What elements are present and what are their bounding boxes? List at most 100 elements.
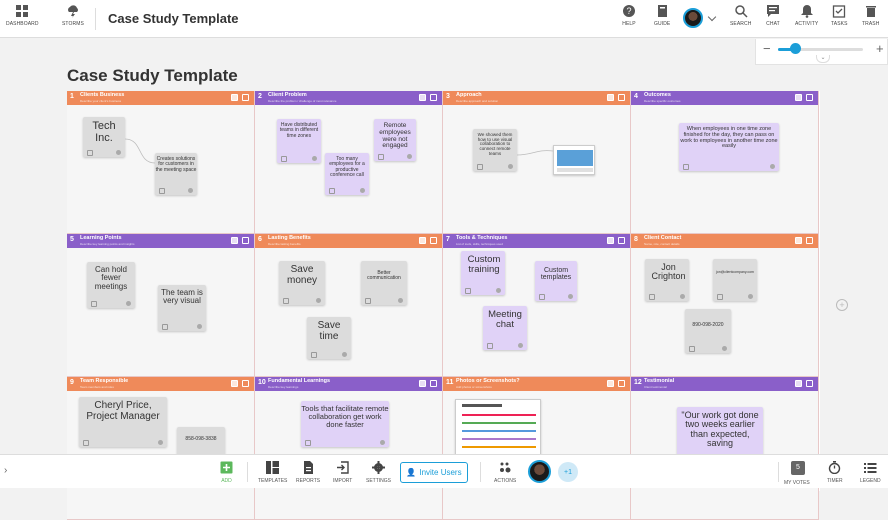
zoom-out-button[interactable]: −: [763, 41, 771, 56]
user-avatar[interactable]: [683, 8, 703, 28]
header-divider: [95, 8, 96, 30]
invite-users-button[interactable]: 👤 Invite Users: [400, 462, 468, 483]
dashboard-button[interactable]: DASHBOARD: [6, 4, 39, 27]
zoom-in-button[interactable]: +: [876, 41, 884, 56]
sticky-note[interactable]: "Our work got done two weeks earlier tha…: [677, 407, 763, 454]
timer-button[interactable]: TIMER: [827, 461, 843, 484]
sticky-note[interactable]: Save money: [279, 261, 325, 305]
notes-layer: Tech Inc. Creates solutions for customer…: [67, 91, 820, 454]
note-text: Jon Crighton: [651, 262, 686, 282]
note-footer: [329, 188, 365, 194]
note-footer: [465, 288, 501, 294]
sticky-note[interactable]: Tech Inc.: [83, 117, 125, 157]
trash-label: TRASH: [862, 21, 880, 27]
sticky-note[interactable]: We showed them how to use visual collabo…: [473, 129, 517, 171]
note-text: "Our work got done two weeks earlier tha…: [681, 410, 759, 449]
connector-line: [125, 138, 156, 164]
sticky-note[interactable]: Have distributed teams in different time…: [277, 119, 321, 163]
sticky-note[interactable]: jon@clientcompany.com: [713, 259, 757, 301]
note-footer: [283, 298, 321, 304]
storms-button[interactable]: STORMS: [62, 4, 84, 27]
votes-count-badge[interactable]: 5: [791, 461, 805, 475]
note-text: Tech Inc.: [92, 120, 116, 144]
sticky-note[interactable]: Jon Crighton: [645, 259, 689, 301]
invite-users-label: Invite Users: [419, 468, 462, 477]
board-title: Case Study Template: [67, 66, 238, 85]
sticky-note[interactable]: Save time: [307, 317, 351, 359]
tasks-button[interactable]: TASKS: [831, 4, 848, 27]
import-icon: [337, 461, 349, 474]
add-column-button[interactable]: +: [836, 299, 848, 311]
templates-label: TEMPLATES: [258, 478, 288, 484]
sticky-note[interactable]: Cheryl Price, Project Manager: [79, 397, 167, 447]
sticky-note[interactable]: Creates solutions for customers in the m…: [155, 153, 197, 195]
note-text: 890-098-2020: [692, 322, 724, 328]
bottom-toolbar: › ADD TEMPLATES REPORTS IMPORT SETTINGS …: [0, 454, 888, 488]
import-button[interactable]: IMPORT: [333, 461, 352, 484]
sticky-note[interactable]: 890-098-2020: [685, 309, 731, 353]
note-footer: [91, 301, 131, 307]
actions-button[interactable]: ACTIONS: [494, 461, 516, 484]
zoom-control: − + ⌄: [755, 39, 888, 65]
add-button[interactable]: ADD: [220, 461, 233, 484]
zoom-collapse-tab[interactable]: ⌄: [816, 55, 830, 63]
sticky-note[interactable]: 858-098-3838: [177, 427, 225, 454]
note-text: We showed them how to use visual collabo…: [477, 132, 513, 156]
dashboard-label: DASHBOARD: [6, 21, 39, 27]
note-text: Meeting chat: [488, 309, 522, 330]
sticky-note[interactable]: Meeting chat: [483, 306, 527, 350]
note-footer: [162, 324, 202, 330]
more-users-badge[interactable]: +1: [558, 462, 578, 482]
sticky-note[interactable]: Custom training: [461, 251, 505, 295]
journey-map-image[interactable]: [455, 399, 541, 454]
note-text: Too many employees for a productive conf…: [329, 156, 365, 178]
page-title: Case Study Template: [108, 11, 239, 26]
legend-button[interactable]: LEGEND: [860, 461, 881, 484]
expand-sidebar-icon[interactable]: ›: [4, 465, 7, 476]
import-label: IMPORT: [333, 478, 353, 484]
sticky-note[interactable]: Can hold fewer meetings: [87, 262, 135, 308]
activity-button[interactable]: ACTIVITY: [795, 4, 818, 27]
sticky-note[interactable]: Too many employees for a productive conf…: [325, 153, 369, 195]
guide-label: GUIDE: [654, 21, 671, 27]
templates-button[interactable]: TEMPLATES: [258, 461, 287, 484]
storm-cloud-icon: [68, 5, 78, 18]
chevron-down-icon[interactable]: [707, 12, 717, 22]
current-user-avatar[interactable]: [528, 460, 551, 483]
reports-button[interactable]: REPORTS: [296, 461, 320, 484]
add-user-icon: 👤: [406, 468, 417, 477]
search-icon: [734, 5, 748, 18]
sticky-note[interactable]: When employees in one time zone finished…: [679, 123, 779, 171]
top-bar: DASHBOARD STORMS Case Study Template ? H…: [0, 0, 888, 38]
sticky-note[interactable]: Better communication: [361, 261, 407, 305]
toolbar-divider: [247, 462, 248, 482]
zoom-slider-handle[interactable]: [790, 43, 801, 54]
note-footer: [311, 352, 347, 358]
sticky-note[interactable]: The team is very visual: [158, 285, 206, 331]
note-text: jon@clientcompany.com: [716, 270, 754, 274]
timer-label: TIMER: [827, 478, 843, 484]
activity-label: ACTIVITY: [795, 21, 819, 27]
sticky-note[interactable]: Remote employees were not engaged: [374, 119, 416, 161]
trash-button[interactable]: TRASH: [862, 4, 879, 27]
chat-button[interactable]: CHAT: [766, 4, 780, 27]
note-text: Save time: [317, 320, 341, 342]
guide-button[interactable]: GUIDE: [654, 4, 670, 27]
note-footer: [378, 154, 412, 160]
note-text: Custom training: [467, 254, 501, 275]
note-footer: [365, 298, 403, 304]
search-button[interactable]: SEARCH: [730, 4, 751, 27]
settings-button[interactable]: SETTINGS: [366, 461, 391, 484]
note-text: Remote employees were not engaged: [379, 122, 411, 150]
add-label: ADD: [221, 478, 232, 484]
tasks-checkbox-icon: [833, 5, 846, 18]
screenshot-image[interactable]: [553, 145, 595, 175]
sticky-note[interactable]: Tools that facilitate remote collaborati…: [301, 401, 389, 447]
help-button[interactable]: ? HELP: [622, 4, 636, 27]
templates-icon: [266, 461, 280, 474]
my-votes-label: MY VOTES: [784, 480, 810, 486]
sticky-note[interactable]: Custom templates: [535, 261, 577, 301]
note-footer: [477, 164, 513, 170]
note-text: Custom templates: [540, 267, 572, 282]
settings-label: SETTINGS: [366, 478, 392, 484]
